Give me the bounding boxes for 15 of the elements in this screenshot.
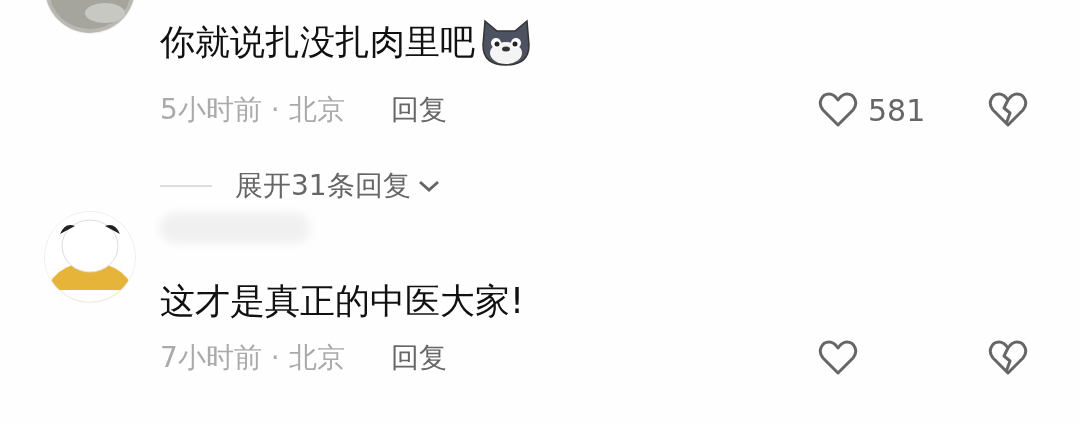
- heart-icon: [818, 340, 858, 376]
- reply-button[interactable]: 回复: [390, 91, 447, 129]
- chevron-down-icon: [416, 178, 441, 194]
- reply-button[interactable]: 回复: [390, 339, 447, 377]
- comment-text: 这才是真正的中医大家!: [160, 279, 525, 323]
- like-button[interactable]: 581: [818, 92, 948, 128]
- dislike-button[interactable]: [988, 92, 1028, 128]
- comment-text: 你就说扎没扎肉里吧: [160, 20, 475, 64]
- comment-time-location: 5小时前 · 北京: [160, 92, 345, 128]
- broken-heart-icon: [988, 340, 1028, 376]
- expand-replies-button[interactable]: 展开31条回复: [235, 167, 441, 205]
- comment-time-location: 7小时前 · 北京: [160, 340, 345, 376]
- broken-heart-icon: [988, 92, 1028, 128]
- dislike-button[interactable]: [988, 340, 1028, 376]
- heart-icon: [818, 92, 858, 128]
